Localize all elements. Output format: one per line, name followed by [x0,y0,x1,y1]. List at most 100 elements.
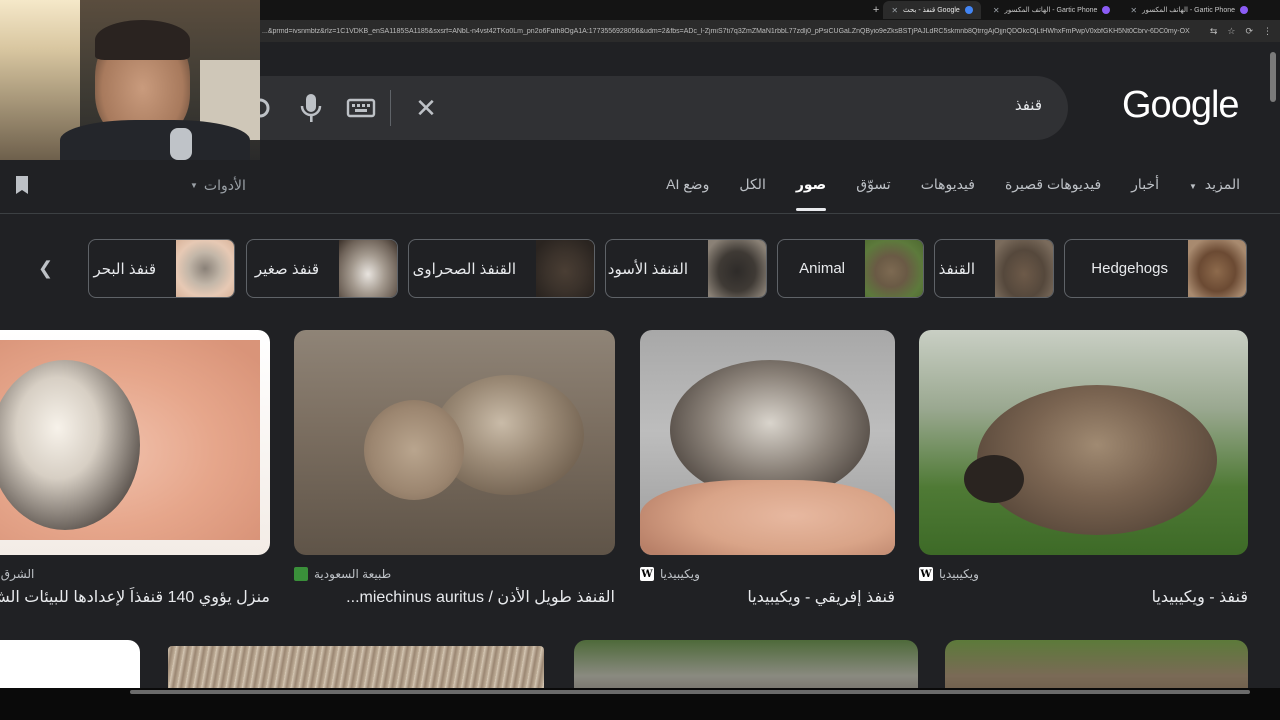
chip-sea-urchin[interactable]: قنفذ البحر [88,239,235,298]
image-result[interactable]: W ويكيبيديا قنفذ - ويكيبيديا [919,330,1248,607]
source-name: ويكيبيديا [660,567,700,581]
chip-animal[interactable]: Animal [777,239,924,298]
tab-short-videos[interactable]: فيديوهات قصيرة [1005,176,1101,193]
search-box[interactable]: قنفذ ✕ [230,76,1068,140]
address-bar[interactable]: ...&prmd=ivsnmbtz&rlz=1C1VDKB_enSA1185SA… [260,20,1280,42]
chip-label: القنفذ الصحراوى [412,260,516,278]
result-image[interactable] [640,330,895,555]
tab-shopping[interactable]: تسوّق [856,176,890,193]
wikipedia-icon: W [919,567,933,581]
tab-ai-mode[interactable]: وضع AI [666,176,709,193]
screen: الهاتف المكسور - Gartic Phone ✕ الهاتف ا… [0,0,1280,720]
hedgehog-shape [670,360,870,500]
divider [390,90,391,126]
caret-down-icon: ▼ [1188,182,1197,191]
chip-hedgehogs[interactable]: Hedgehogs [1064,239,1247,298]
microphone-shape [170,128,192,160]
image-result[interactable]: طبيعة السعودية القنفذ طويل الأذن / miech… [294,330,615,607]
chip-black-hedgehog[interactable]: القنفذ الأسود [605,239,767,298]
result-title[interactable]: منزل يؤوي 140 قنفذاً لإعدادها للبيئات ال… [0,587,270,607]
person-shirt [60,120,250,160]
gartic-favicon-icon [1102,6,1111,14]
result-title[interactable]: قنفذ - ويكيبيديا [919,587,1248,607]
hand-shape [640,480,895,555]
horizontal-scrollbar[interactable] [130,690,1250,694]
browser-tab-bar: الهاتف المكسور - Gartic Phone ✕ الهاتف ا… [260,0,1280,20]
tools-label: الأدوات [203,177,246,193]
tab-images[interactable]: صور [795,176,827,211]
result-image[interactable] [294,330,615,555]
chip-label: Animal [799,260,845,277]
vertical-scrollbar[interactable] [1270,52,1276,102]
chip-label: القنفذ [938,260,975,278]
tab-label: الهاتف المكسور - Gartic Phone [1142,7,1235,14]
result-source[interactable]: الشرق الأوسط [0,567,270,581]
address-bar-actions: ⇆ ☆ ⟳ ⋮ [1210,26,1272,37]
result-source[interactable]: W ويكيبيديا [919,567,1248,581]
browser-tab[interactable]: الهاتف المكسور - Gartic Phone ✕ [985,1,1119,19]
menu-icon[interactable]: ⋮ [1263,26,1272,37]
gartic-favicon-icon [1240,6,1248,14]
reload-icon[interactable]: ⟳ [1245,26,1253,37]
chip-qunfudh[interactable]: القنفذ [934,239,1054,298]
search-tabs: وضع AI الكل صور تسوّق فيديوهات فيديوهات … [666,176,1240,211]
source-name: طبيعة السعودية [314,567,392,581]
chip-thumbnail [865,240,923,297]
more-label: المزيد [1204,176,1240,192]
close-tab-icon[interactable]: ✕ [891,6,898,15]
chip-label: قنفذ البحر [93,260,156,278]
site-favicon-icon [294,567,308,581]
new-tab-button[interactable]: + [873,4,879,16]
chip-label: قنفذ صغير [254,260,319,278]
result-source[interactable]: طبيعة السعودية [294,567,615,581]
microphone-icon[interactable] [300,92,322,124]
google-logo[interactable]: Google [1122,84,1240,127]
chip-thumbnail [995,240,1053,297]
translate-icon[interactable]: ⇆ [1210,26,1218,37]
source-name: ويكيبيديا [939,567,979,581]
keyboard-icon[interactable] [346,94,376,122]
chevron-left-icon[interactable]: ❮ [38,258,53,279]
tab-news[interactable]: أخبار [1131,176,1159,193]
tab-more[interactable]: المزيد ▼ [1189,176,1240,193]
chip-baby-hedgehog[interactable]: قنفذ صغير [246,239,398,298]
result-title[interactable]: قنفذ إفريقي - ويكيبيديا [640,587,895,607]
close-tab-icon[interactable]: ✕ [1130,6,1137,15]
browser-tab[interactable]: الهاتف المكسور - Gartic Phone ✕ [1122,1,1256,19]
hedgehog-face [964,455,1024,503]
webcam-overlay [0,0,260,160]
caret-down-icon: ▼ [190,181,198,190]
chip-thumbnail [536,240,594,297]
wikipedia-icon: W [640,567,654,581]
chip-thumbnail [708,240,766,297]
chip-label: القنفذ الأسود [607,260,688,278]
image-result[interactable]: W ويكيبيديا قنفذ إفريقي - ويكيبيديا [640,330,895,607]
lens-icon[interactable] [260,96,274,120]
search-input[interactable]: قنفذ [1015,96,1042,114]
result-image[interactable] [0,330,270,555]
browser-tab-active[interactable]: قنفذ - بحث Google ✕ [883,1,981,19]
chip-label: Hedgehogs [1091,260,1168,277]
tab-all[interactable]: الكل [739,176,766,193]
person-hair [95,20,190,60]
clear-search-icon[interactable]: ✕ [410,92,442,124]
chip-thumbnail [176,240,234,297]
image-result[interactable]: الشرق الأوسط منزل يؤوي 140 قنفذاً لإعداد… [0,330,270,607]
star-icon[interactable]: ☆ [1227,26,1235,37]
saved-bookmark-icon[interactable] [14,176,30,194]
result-title[interactable]: القنفذ طويل الأذن / miechinus auritus... [294,587,615,607]
source-name: الشرق الأوسط [0,567,35,581]
tools-button[interactable]: الأدوات ▼ [190,177,246,194]
result-image[interactable] [919,330,1248,555]
chip-thumbnail [1188,240,1246,297]
url-text[interactable]: ...&prmd=ivsnmbtz&rlz=1C1VDKB_enSA1185SA… [260,28,1190,35]
header-divider [0,213,1280,214]
google-favicon-icon [964,6,973,14]
tab-videos[interactable]: فيديوهات [921,176,975,193]
tab-label: الهاتف المكسور - Gartic Phone [1004,7,1098,14]
result-source[interactable]: W ويكيبيديا [640,567,895,581]
chip-desert-hedgehog[interactable]: القنفذ الصحراوى [408,239,595,298]
close-tab-icon[interactable]: ✕ [993,6,1000,15]
chip-thumbnail [339,240,397,297]
tab-label: قنفذ - بحث Google [903,7,960,14]
